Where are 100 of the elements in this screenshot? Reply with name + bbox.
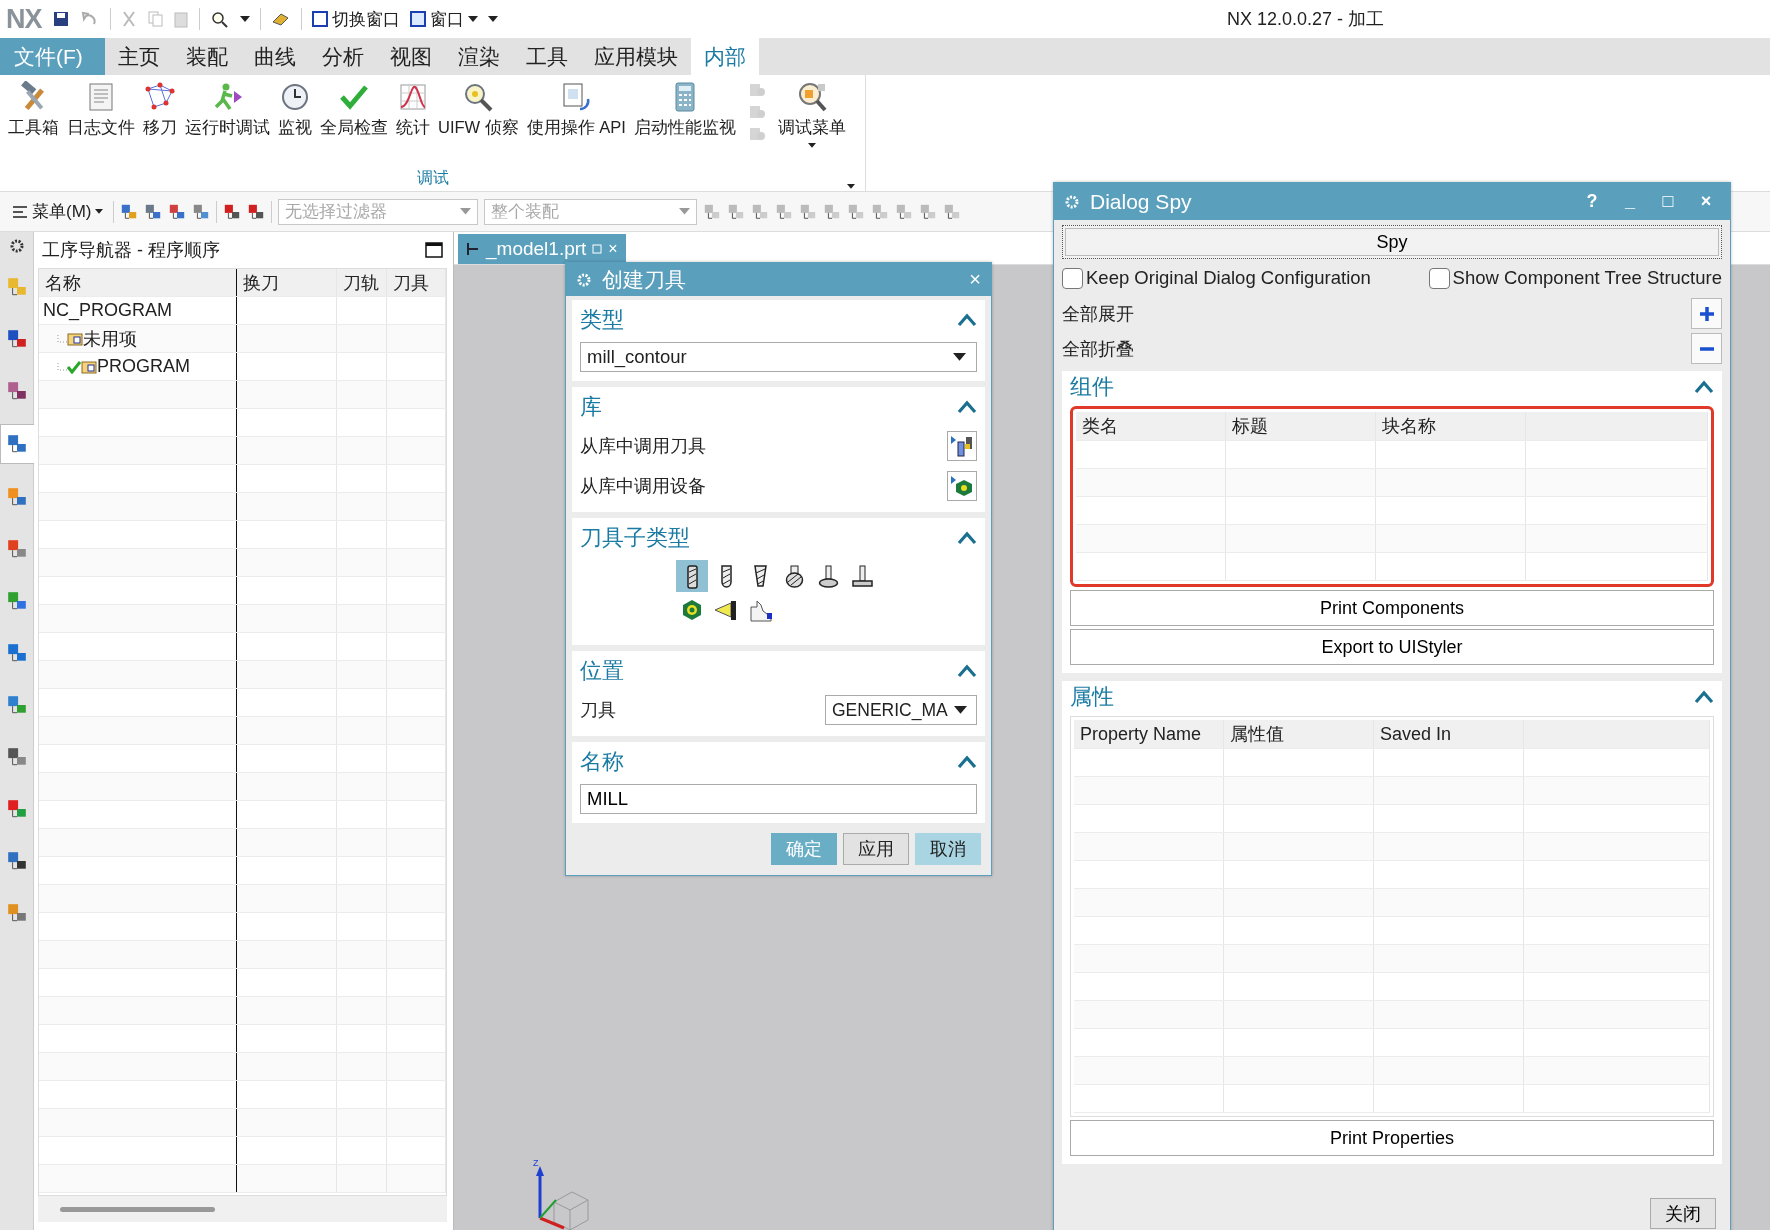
- section-title: 刀具子类型: [580, 524, 690, 552]
- ribbon-tab[interactable]: 曲线: [241, 38, 309, 75]
- ribbon-command[interactable]: 监视: [274, 81, 316, 139]
- axis-triad-drawing: Z: [528, 1158, 590, 1230]
- app-logo: NX: [6, 3, 42, 35]
- tree-item[interactable]: PROGRAM: [97, 356, 190, 377]
- dialog-button[interactable]: 取消: [915, 833, 981, 865]
- ribbon-command[interactable]: 统计: [392, 81, 434, 139]
- menu-icon: [12, 204, 28, 219]
- ribbon-command[interactable]: 启动性能监视: [629, 81, 740, 139]
- save-icon[interactable]: [51, 10, 70, 28]
- tree-item[interactable]: 未用项: [83, 326, 137, 351]
- checkbox[interactable]: [1062, 267, 1083, 289]
- ribbon-tab[interactable]: 内部: [691, 38, 759, 75]
- library-button[interactable]: [947, 431, 977, 461]
- slot-cutter-icon: [849, 563, 875, 589]
- collapse-all-button[interactable]: [1691, 333, 1722, 364]
- ribbon-tab[interactable]: 应用模块: [581, 38, 691, 75]
- caret-icon: [953, 706, 967, 714]
- option-checkbox[interactable]: Show Component Tree Structure: [1428, 267, 1722, 289]
- option-checkbox[interactable]: Keep Original Dialog Configuration: [1062, 267, 1371, 289]
- dialog-button[interactable]: 应用: [843, 833, 909, 865]
- caret-icon: [460, 208, 472, 215]
- action-button[interactable]: Print Properties: [1070, 1120, 1714, 1156]
- column-header: 块名称: [1376, 412, 1526, 440]
- tree-item[interactable]: NC_PROGRAM: [43, 300, 172, 321]
- section-title: 属性: [1070, 683, 1114, 711]
- group-label: 调试: [416, 167, 449, 188]
- type-dropdown[interactable]: mill_contour: [580, 342, 977, 372]
- collapse-chevron-icon[interactable]: [1694, 380, 1714, 394]
- scrollbar-thumb[interactable]: [60, 1206, 215, 1212]
- window-menu-button[interactable]: 窗口: [409, 7, 478, 31]
- folder-icon: [81, 359, 97, 374]
- ribbon-command[interactable]: 工具箱: [4, 81, 63, 139]
- ribbon-tab[interactable]: 装配: [173, 38, 241, 75]
- expand-all-button[interactable]: [1691, 298, 1722, 329]
- section-title: 名称: [580, 748, 624, 776]
- chart-icon: [397, 81, 429, 113]
- settings-icon: [576, 271, 592, 288]
- ribbon-tab[interactable]: 分析: [309, 38, 377, 75]
- caret-icon: [467, 16, 478, 22]
- collapse-chevron-icon[interactable]: [957, 313, 977, 327]
- menu-button[interactable]: 菜单(M): [8, 198, 108, 225]
- ribbon-tab[interactable]: 视图: [377, 38, 445, 75]
- switch-window-button[interactable]: 切换窗口: [311, 7, 400, 31]
- settings-icon: [1064, 193, 1080, 210]
- float-icon: [592, 244, 603, 254]
- column-header: 标题: [1226, 412, 1376, 440]
- spy-button[interactable]: Spy: [1062, 225, 1722, 259]
- magnifier-icon: [462, 81, 495, 113]
- section-title: 类型: [580, 306, 624, 334]
- tool-subtype-button[interactable]: [676, 560, 708, 592]
- library-label: 从库中调用设备: [580, 475, 706, 498]
- action-label: 全部展开: [1062, 302, 1134, 326]
- column-header[interactable]: 换刀: [237, 269, 337, 296]
- minus-icon: [1698, 346, 1715, 351]
- collapse-chevron-icon[interactable]: [957, 400, 977, 414]
- column-header[interactable]: 刀具: [387, 269, 446, 296]
- location-dropdown[interactable]: GENERIC_MA: [825, 695, 977, 725]
- collapse-chevron-icon[interactable]: [957, 755, 977, 769]
- collapse-chevron-icon[interactable]: [1694, 690, 1714, 704]
- collapse-chevron-icon[interactable]: [957, 664, 977, 678]
- ribbon-tab[interactable]: 主页: [105, 38, 173, 75]
- customize-caret-icon: [487, 16, 498, 22]
- library-button[interactable]: [947, 471, 977, 501]
- ribbon-command[interactable]: 移刀: [139, 81, 181, 139]
- device-library-icon: [950, 474, 974, 498]
- column-header: Saved In: [1374, 720, 1524, 748]
- column-header: 属性值: [1224, 720, 1374, 748]
- action-button[interactable]: Export to UIStyler: [1070, 629, 1714, 665]
- ribbon-command[interactable]: UIFW 侦察: [434, 81, 523, 139]
- maximize-icon[interactable]: [425, 242, 443, 258]
- ribbon-command[interactable]: 使用操作 API: [522, 81, 630, 139]
- name-input[interactable]: MILL: [580, 784, 977, 814]
- column-header: Property Name: [1074, 720, 1224, 748]
- collapse-chevron-icon[interactable]: [957, 531, 977, 545]
- library-label: 从库中调用刀具: [580, 435, 706, 458]
- ribbon-command[interactable]: 全局检查: [316, 81, 392, 139]
- checkbox[interactable]: [1428, 267, 1450, 289]
- close-button[interactable]: 关闭: [1650, 1198, 1716, 1229]
- settings-icon[interactable]: [8, 238, 25, 254]
- ribbon-command[interactable]: 日志文件: [63, 81, 139, 139]
- ribbon-command[interactable]: 调试菜单: [773, 81, 850, 148]
- plus-icon: [1698, 305, 1715, 322]
- section-title: 位置: [580, 657, 624, 685]
- cone-cutter-icon: [713, 598, 739, 622]
- tool-library-icon: [950, 434, 974, 458]
- column-header[interactable]: 名称: [39, 269, 237, 296]
- section-title: 库: [580, 393, 602, 421]
- windows-icon: [311, 11, 328, 27]
- caret-icon: [239, 16, 250, 22]
- ribbon-tab[interactable]: 渲染: [445, 38, 513, 75]
- zoom-icon[interactable]: [209, 10, 230, 28]
- column-header[interactable]: 刀轨: [337, 269, 387, 296]
- window-icon: [409, 11, 426, 27]
- ribbon-tab[interactable]: 工具: [513, 38, 581, 75]
- ribbon-command[interactable]: 运行时调试: [181, 81, 274, 139]
- caret-icon: [953, 353, 966, 361]
- group-options-caret-icon: [847, 184, 855, 189]
- action-button[interactable]: Print Components: [1070, 590, 1714, 626]
